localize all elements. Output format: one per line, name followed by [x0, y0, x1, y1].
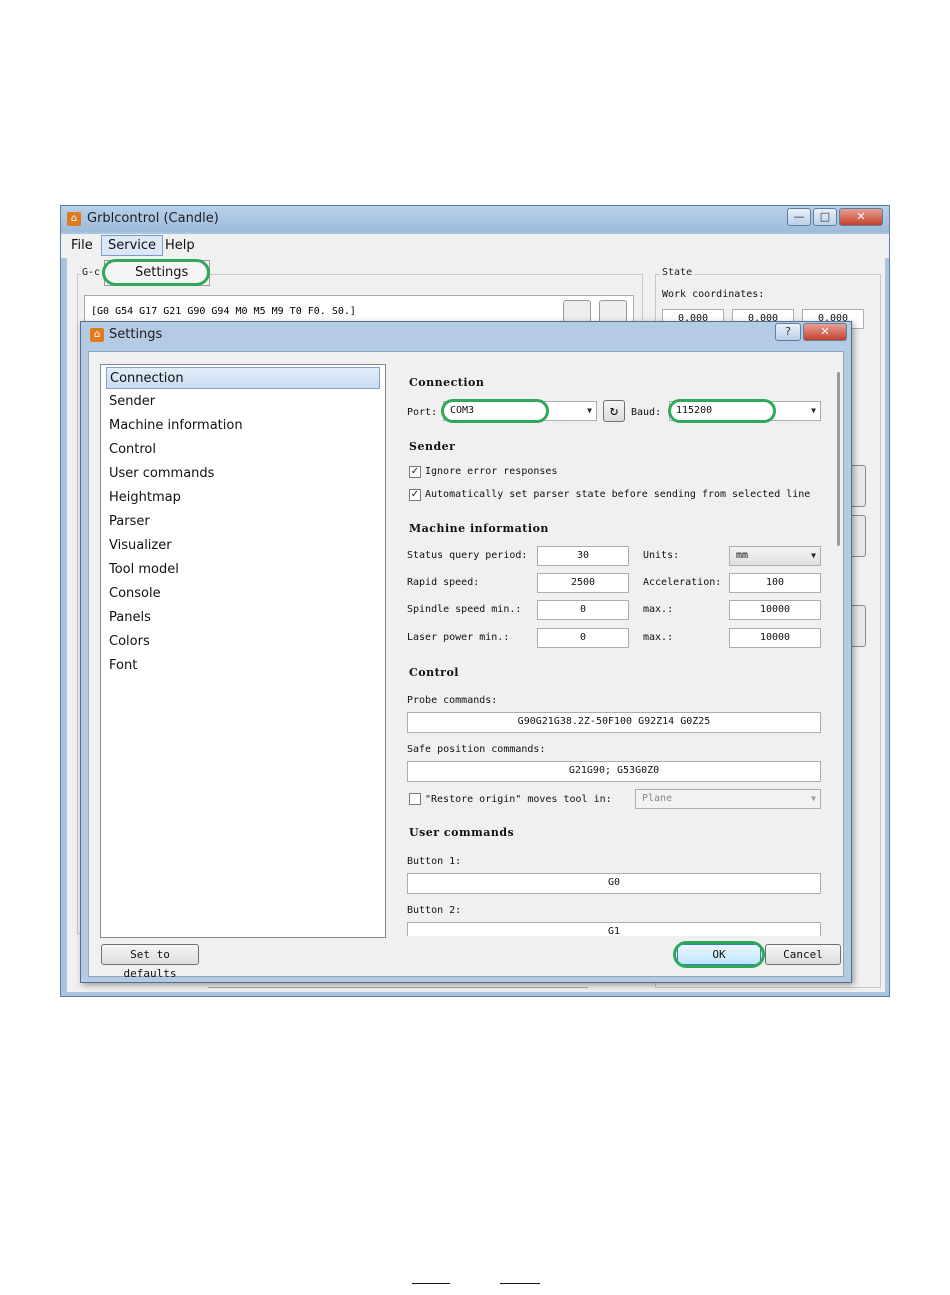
status-query-input[interactable]: 30: [537, 546, 629, 566]
nav-item-console[interactable]: Console: [106, 583, 380, 605]
button1-input[interactable]: G0: [407, 873, 821, 894]
rapid-speed-label: Rapid speed:: [407, 577, 480, 588]
restore-origin-checkbox[interactable]: [409, 793, 421, 805]
nav-item-heightmap[interactable]: Heightmap: [106, 487, 380, 509]
laser-min-input[interactable]: 0: [537, 628, 629, 648]
auto-parser-checkbox[interactable]: ✓: [409, 489, 421, 501]
chevron-down-icon: ▼: [811, 551, 816, 560]
footer-line-left: [412, 1283, 450, 1284]
set-defaults-button[interactable]: Set to defaults: [101, 944, 199, 980]
settings-dialog: ⌂ Settings ? ✕ Connection Sender Machine i…: [80, 321, 852, 983]
dialog-close-button[interactable]: ✕: [803, 323, 847, 341]
auto-parser-label: Automatically set parser state before se…: [425, 489, 811, 500]
restore-origin-label: "Restore origin" moves tool in:: [425, 794, 612, 805]
menu-service[interactable]: Service: [101, 235, 164, 256]
footer-line-right: [500, 1283, 540, 1284]
settings-nav-list: Connection Sender Machine information Contr…: [100, 364, 386, 938]
main-close-button[interactable]: ✕: [839, 208, 883, 226]
bottom-buttons-strip: [208, 987, 588, 1000]
nav-item-visualizer[interactable]: Visualizer: [106, 535, 380, 557]
port-highlight: [441, 399, 549, 423]
button2-clip: G1: [407, 922, 821, 936]
nav-item-sender[interactable]: Sender: [106, 391, 380, 413]
dialog-title: Settings: [109, 327, 163, 342]
gcode-group-label: G-c: [80, 267, 103, 278]
button1-label: Button 1:: [407, 856, 462, 867]
nav-item-panels[interactable]: Panels: [106, 607, 380, 629]
nav-item-tool-model[interactable]: Tool model: [106, 559, 380, 581]
baud-label: Baud:: [631, 407, 662, 418]
restore-origin-select[interactable]: Plane ▼: [635, 789, 821, 809]
spindle-max-input[interactable]: 10000: [729, 600, 821, 620]
help-button[interactable]: ?: [775, 323, 801, 341]
main-titlebar[interactable]: ⌂ Grblcontrol (Candle) — □ ✕: [61, 206, 889, 232]
acceleration-input[interactable]: 100: [729, 573, 821, 593]
nav-item-connection[interactable]: Connection: [106, 367, 380, 389]
nav-item-colors[interactable]: Colors: [106, 631, 380, 653]
cancel-button[interactable]: Cancel: [765, 944, 841, 965]
control-heading: Control: [409, 666, 459, 679]
button2-label: Button 2:: [407, 905, 462, 916]
probe-commands-label: Probe commands:: [407, 695, 498, 706]
status-query-label: Status query period:: [407, 550, 528, 561]
nav-item-user-commands[interactable]: User commands: [106, 463, 380, 485]
menu-file[interactable]: File: [71, 238, 93, 253]
spindle-max-label: max.:: [643, 604, 674, 615]
minimize-button[interactable]: —: [787, 208, 811, 226]
probe-commands-input[interactable]: G90G21G38.2Z-50F100 G92Z14 G0Z25: [407, 712, 821, 733]
work-coordinates-label: Work coordinates:: [662, 289, 765, 300]
maximize-button[interactable]: □: [813, 208, 837, 226]
chevron-down-icon: ▼: [587, 406, 592, 415]
units-select[interactable]: mm ▼: [729, 546, 821, 566]
chevron-down-icon: ▼: [811, 406, 816, 415]
sender-heading: Sender: [409, 440, 456, 453]
spindle-min-input[interactable]: 0: [537, 600, 629, 620]
menu-help[interactable]: Help: [165, 238, 195, 253]
spindle-min-label: Spindle speed min.:: [407, 604, 522, 615]
refresh-icon[interactable]: ↻: [603, 400, 625, 422]
settings-menu-highlight: [102, 259, 210, 286]
acceleration-label: Acceleration:: [643, 577, 722, 588]
parser-state-text: [G0 G54 G17 G21 G90 G94 M0 M5 M9 T0 F0. …: [91, 306, 356, 317]
ok-highlight: [673, 941, 765, 968]
port-label: Port:: [407, 407, 438, 418]
nav-item-parser[interactable]: Parser: [106, 511, 380, 533]
machine-info-heading: Machine information: [409, 522, 549, 535]
ignore-errors-checkbox[interactable]: ✓: [409, 466, 421, 478]
menu-bar: File Service Help: [61, 234, 889, 258]
ignore-errors-label: Ignore error responses: [425, 466, 558, 477]
nav-item-control[interactable]: Control: [106, 439, 380, 461]
user-commands-heading: User commands: [409, 826, 515, 839]
rapid-speed-input[interactable]: 2500: [537, 573, 629, 593]
laser-max-label: max.:: [643, 632, 674, 643]
dialog-body: Connection Sender Machine information Contr…: [88, 351, 844, 980]
settings-scrollbar[interactable]: [837, 372, 840, 546]
chevron-down-icon: ▼: [811, 794, 816, 803]
restore-origin-value: Plane: [642, 793, 673, 804]
laser-min-label: Laser power min.:: [407, 632, 510, 643]
state-group-label: State: [660, 267, 695, 278]
main-window-title: Grblcontrol (Candle): [87, 211, 219, 226]
safe-position-input[interactable]: G21G90; G53G0Z0: [407, 761, 821, 782]
connection-heading: Connection: [409, 376, 485, 389]
dialog-app-icon: ⌂: [90, 328, 104, 342]
safe-position-label: Safe position commands:: [407, 744, 546, 755]
baud-highlight: [668, 399, 776, 423]
units-label: Units:: [643, 550, 680, 561]
units-value: mm: [736, 550, 749, 561]
app-icon: ⌂: [67, 212, 81, 226]
laser-max-input[interactable]: 10000: [729, 628, 821, 648]
nav-item-machine-information[interactable]: Machine information: [106, 415, 380, 437]
button2-input[interactable]: G1: [407, 922, 821, 936]
nav-item-font[interactable]: Font: [106, 655, 380, 677]
